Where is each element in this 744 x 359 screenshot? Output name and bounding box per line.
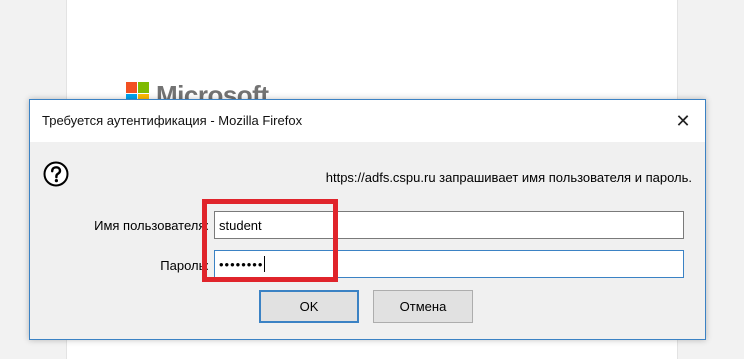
- password-label: Пароль:: [160, 258, 209, 273]
- username-label: Имя пользователя:: [94, 218, 209, 233]
- question-icon: [43, 161, 69, 187]
- cancel-button[interactable]: Отмена: [373, 290, 473, 323]
- password-value: ••••••••: [219, 256, 264, 272]
- close-button[interactable]: ✕: [661, 100, 705, 142]
- username-value: student: [219, 217, 262, 233]
- auth-message: https://adfs.cspu.ru запрашивает имя пол…: [325, 170, 692, 185]
- password-field[interactable]: ••••••••: [214, 250, 684, 278]
- username-field[interactable]: student: [214, 211, 684, 239]
- dialog-title: Требуется аутентификация - Mozilla Firef…: [42, 113, 303, 128]
- dialog-titlebar: Требуется аутентификация - Mozilla Firef…: [30, 100, 705, 142]
- text-caret: [264, 256, 266, 272]
- auth-dialog: Требуется аутентификация - Mozilla Firef…: [29, 99, 706, 340]
- ok-button[interactable]: OK: [259, 290, 359, 323]
- close-icon: ✕: [675, 110, 691, 131]
